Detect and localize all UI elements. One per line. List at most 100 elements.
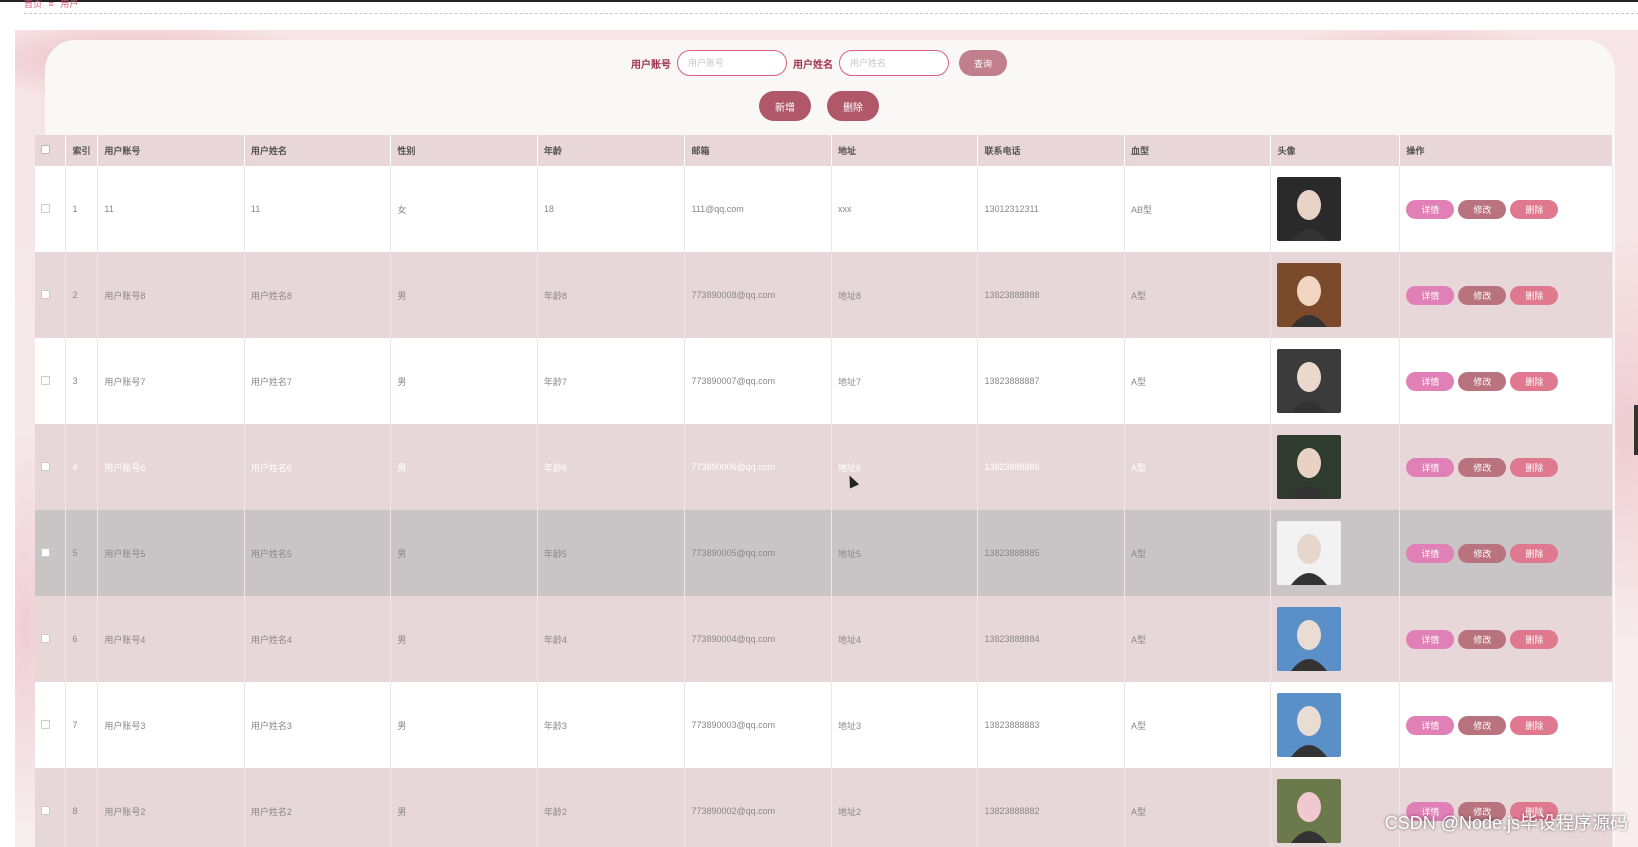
- cell-phone: 13823888887: [977, 338, 1125, 424]
- breadcrumb: 首页 ≡ 用户: [24, 0, 1638, 14]
- cell-gender: 男: [390, 510, 538, 596]
- cell-name: 用户姓名3: [244, 682, 392, 768]
- row-checkbox[interactable]: [41, 547, 50, 557]
- cell-phone: 13012312311: [977, 166, 1125, 252]
- batch-delete-button[interactable]: 删除: [827, 91, 879, 121]
- breadcrumb-home[interactable]: 首页: [24, 0, 42, 9]
- detail-button[interactable]: 详情: [1406, 715, 1455, 735]
- add-button[interactable]: 新增: [759, 91, 811, 121]
- cell-blood: A型: [1124, 596, 1272, 682]
- edit-button[interactable]: 修改: [1458, 285, 1507, 305]
- row-select-cell[interactable]: [35, 768, 67, 847]
- cell-account: 用户账号8: [97, 252, 245, 338]
- delete-button[interactable]: 删除: [1510, 199, 1559, 219]
- row-checkbox[interactable]: [41, 375, 50, 385]
- account-search-label: 用户账号: [631, 59, 671, 71]
- cell-index: 5: [65, 510, 99, 596]
- row-select-cell[interactable]: [35, 338, 67, 424]
- row-select-cell[interactable]: [35, 424, 67, 510]
- cell-age: 年龄4: [537, 596, 686, 682]
- select-all-checkbox[interactable]: [41, 145, 50, 154]
- avatar-image: [1277, 435, 1342, 499]
- row-checkbox[interactable]: [41, 633, 50, 643]
- cell-age: 年龄2: [537, 768, 686, 847]
- detail-button[interactable]: 详情: [1406, 285, 1455, 305]
- avatar-cell: [1270, 338, 1401, 424]
- table-row: 2 用户账号8 用户姓名8 男年龄8 773890008@qq.com 地址8 138238…: [35, 252, 1613, 338]
- detail-button[interactable]: 详情: [1406, 457, 1455, 477]
- delete-button[interactable]: 删除: [1510, 457, 1559, 477]
- cell-address: xxx: [831, 166, 979, 252]
- operations-cell: 详情 修改 删除: [1399, 424, 1613, 510]
- edit-button[interactable]: 修改: [1458, 715, 1507, 735]
- column-header: 头像: [1270, 135, 1401, 166]
- edit-button[interactable]: 修改: [1458, 371, 1507, 391]
- cell-name: 用户姓名5: [244, 510, 392, 596]
- cell-age: 年龄3: [537, 682, 686, 768]
- table-row: 6 用户账号4 用户姓名4 男年龄4 773890004@qq.com 地址4 138238…: [35, 596, 1613, 682]
- delete-button[interactable]: 删除: [1510, 629, 1559, 649]
- detail-button[interactable]: 详情: [1406, 629, 1455, 649]
- row-checkbox[interactable]: [41, 461, 50, 471]
- delete-button[interactable]: 删除: [1510, 543, 1559, 563]
- row-select-cell[interactable]: [35, 596, 67, 682]
- cell-phone: 13823888884: [977, 596, 1125, 682]
- cell-blood: A型: [1124, 338, 1272, 424]
- cell-age: 年龄5: [537, 510, 686, 596]
- cell-email: 773890003@qq.com: [684, 682, 832, 768]
- name-search-label: 用户姓名: [793, 59, 833, 71]
- delete-button[interactable]: 删除: [1510, 715, 1559, 735]
- watermark: CSDN @Node.js毕设程序源码: [1384, 813, 1628, 833]
- cell-email: 773890006@qq.com: [684, 424, 832, 510]
- row-checkbox[interactable]: [41, 289, 50, 299]
- row-select-cell[interactable]: [35, 166, 67, 252]
- cell-phone: 13823888883: [977, 682, 1125, 768]
- edit-button[interactable]: 修改: [1458, 543, 1507, 563]
- detail-button[interactable]: 详情: [1406, 371, 1455, 391]
- cell-gender: 男: [390, 338, 538, 424]
- cell-account: 用户账号6: [97, 424, 245, 510]
- cell-index: 6: [65, 596, 99, 682]
- query-button[interactable]: 查询: [959, 50, 1007, 76]
- account-search-input[interactable]: [677, 50, 787, 76]
- delete-button[interactable]: 删除: [1510, 285, 1559, 305]
- row-checkbox[interactable]: [41, 805, 50, 815]
- operations-cell: 详情 修改 删除: [1399, 510, 1613, 596]
- row-select-cell[interactable]: [35, 252, 67, 338]
- row-select-cell[interactable]: [35, 682, 67, 768]
- row-checkbox[interactable]: [41, 719, 50, 729]
- row-checkbox[interactable]: [41, 203, 50, 213]
- column-header: 操作: [1399, 135, 1613, 166]
- scrollbar-thumb[interactable]: [1634, 405, 1638, 455]
- edit-button[interactable]: 修改: [1458, 199, 1507, 219]
- column-header: 血型: [1124, 135, 1272, 166]
- avatar-image: [1277, 349, 1342, 413]
- name-search-input[interactable]: [839, 50, 949, 76]
- cell-phone: 13823888888: [977, 252, 1125, 338]
- cell-gender: 男: [390, 252, 538, 338]
- delete-button[interactable]: 删除: [1510, 371, 1559, 391]
- avatar-cell: [1270, 424, 1401, 510]
- cell-gender: 男: [390, 596, 538, 682]
- operations-cell: 详情 修改 删除: [1399, 166, 1613, 252]
- cell-name: 用户姓名2: [244, 768, 392, 847]
- detail-button[interactable]: 详情: [1406, 199, 1455, 219]
- select-all-cell[interactable]: [35, 135, 67, 166]
- cell-phone: 13823888886: [977, 424, 1125, 510]
- column-header: 索引: [65, 135, 99, 166]
- cell-account: 用户账号4: [97, 596, 245, 682]
- edit-button[interactable]: 修改: [1458, 629, 1507, 649]
- row-select-cell[interactable]: [35, 510, 67, 596]
- cell-phone: 13823888882: [977, 768, 1125, 847]
- cell-index: 3: [65, 338, 99, 424]
- cell-age: 18: [537, 166, 686, 252]
- detail-button[interactable]: 详情: [1406, 543, 1455, 563]
- table-row: 4 用户账号6 用户姓名6 男年龄6 773890006@qq.com 地址6 138238…: [35, 424, 1613, 510]
- cell-name: 用户姓名7: [244, 338, 392, 424]
- cell-address: 地址8: [831, 252, 979, 338]
- edit-button[interactable]: 修改: [1458, 457, 1507, 477]
- table-row: 1 11 11 女 18 111@qq.com xxx 13012312311 AB型 详情 修改…: [35, 166, 1613, 252]
- cell-age: 年龄8: [537, 252, 686, 338]
- cell-email: 773890005@qq.com: [684, 510, 832, 596]
- column-header: 用户账号: [97, 135, 245, 166]
